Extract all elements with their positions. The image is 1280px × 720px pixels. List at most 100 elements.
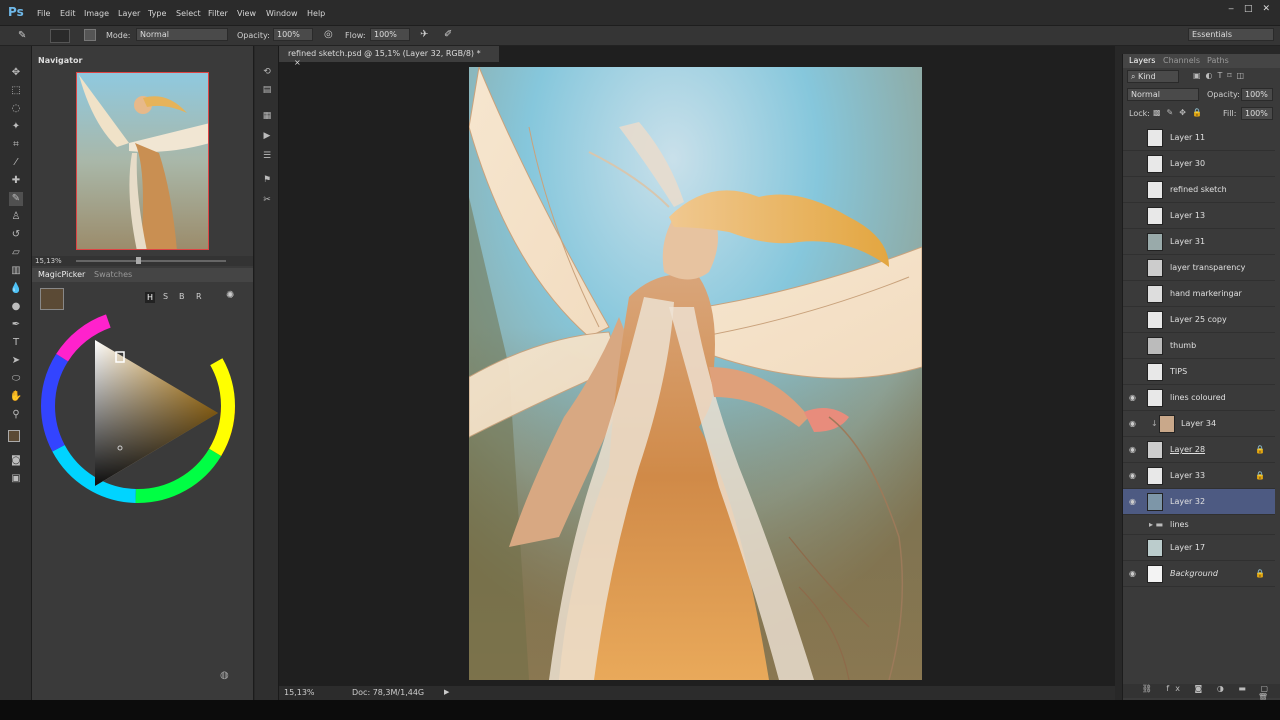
settings-icon[interactable]: ✺ [226, 290, 238, 302]
menu-image[interactable]: Image [84, 9, 109, 18]
visibility-toggle-hidden[interactable] [1129, 341, 1139, 351]
visibility-eye-icon[interactable]: ◉ [1129, 569, 1139, 579]
actions-panel-icon[interactable]: ▤ [261, 84, 273, 96]
menu-help[interactable]: Help [307, 9, 325, 18]
visibility-toggle-hidden[interactable] [1129, 543, 1139, 553]
workspace-switcher[interactable]: Essentials [1188, 28, 1274, 41]
layer-row[interactable]: Layer 11 [1123, 125, 1275, 151]
quick-mask-icon[interactable]: ◙ [9, 454, 23, 468]
layer-row[interactable]: hand markeringar [1123, 281, 1275, 307]
opacity-input[interactable]: 100% [273, 28, 313, 41]
navigator-zoom-slider[interactable] [76, 260, 226, 262]
eyedropper-tool-icon[interactable]: ⁄ [9, 156, 23, 170]
layer-row[interactable]: ◉ ↓ Layer 34 [1123, 411, 1275, 437]
visibility-eye-icon[interactable]: ◉ [1129, 497, 1139, 507]
visibility-eye-icon[interactable]: ◉ [1129, 471, 1139, 481]
quick-select-tool-icon[interactable]: ✦ [9, 120, 23, 134]
play-action-icon[interactable]: ▶ [261, 130, 273, 142]
layer-row[interactable]: ◉ Layer 28 🔒 [1123, 437, 1275, 463]
hand-tool-icon[interactable]: ✋ [9, 390, 23, 404]
panel-options-icon[interactable]: ◍ [220, 670, 232, 682]
layer-group-row[interactable]: ▸ ▬ lines [1123, 515, 1275, 535]
layer-row[interactable]: thumb [1123, 333, 1275, 359]
close-button[interactable]: ✕ [1262, 4, 1270, 14]
color-wheel[interactable] [40, 308, 240, 508]
tab-swatches[interactable]: Swatches [94, 270, 132, 279]
minimize-button[interactable]: ‒ [1228, 4, 1234, 14]
tab-paths[interactable]: Paths [1207, 56, 1229, 65]
maximize-button[interactable]: □ [1244, 4, 1253, 14]
visibility-toggle-hidden[interactable] [1129, 263, 1139, 273]
visibility-toggle-hidden[interactable] [1129, 237, 1139, 247]
layer-blend-mode-select[interactable]: Normal [1127, 88, 1199, 101]
zoom-tool-icon[interactable]: ⚲ [9, 408, 23, 422]
layers-footer-buttons[interactable]: ⛓ fx ◙ ◑ ▬ ▢ 🗑 [1123, 684, 1280, 702]
visibility-toggle-hidden[interactable] [1129, 315, 1139, 325]
visibility-toggle-hidden[interactable] [1129, 367, 1139, 377]
mode-select[interactable]: Normal [136, 28, 228, 41]
navigator-preview[interactable] [76, 72, 209, 250]
adjustments-icon[interactable]: ☰ [261, 150, 273, 162]
history-brush-tool-icon[interactable]: ↺ [9, 228, 23, 242]
layer-row[interactable]: refined sketch [1123, 177, 1275, 203]
layer-filter-kind[interactable]: ⌕ Kind [1127, 70, 1179, 83]
move-tool-icon[interactable]: ✥ [9, 66, 23, 80]
menu-layer[interactable]: Layer [118, 9, 140, 18]
flow-input[interactable]: 100% [370, 28, 410, 41]
pressure-opacity-icon[interactable]: ◎ [324, 29, 336, 41]
screen-mode-icon[interactable]: ▣ [9, 472, 23, 486]
lasso-tool-icon[interactable]: ◌ [9, 102, 23, 116]
menu-type[interactable]: Type [148, 9, 166, 18]
menu-file[interactable]: File [37, 9, 50, 18]
clone-stamp-tool-icon[interactable]: ♙ [9, 210, 23, 224]
document-tab[interactable]: refined sketch.psd @ 15,1% (Layer 32, RG… [279, 46, 499, 67]
rgb-mode-button[interactable]: R [196, 292, 202, 301]
visibility-eye-icon[interactable]: ◉ [1129, 419, 1139, 429]
status-zoom[interactable]: 15,13% [284, 688, 315, 697]
menu-select[interactable]: Select [176, 9, 201, 18]
gradient-tool-icon[interactable]: ▥ [9, 264, 23, 278]
visibility-eye-icon[interactable]: ◉ [1129, 445, 1139, 455]
menu-window[interactable]: Window [266, 9, 298, 18]
history-panel-icon[interactable]: ⟲ [261, 66, 273, 78]
status-menu-arrow-icon[interactable]: ▶ [444, 688, 449, 696]
navigator-zoom-slider-thumb[interactable] [136, 257, 141, 264]
visibility-toggle-hidden[interactable] [1129, 523, 1139, 533]
canvas-artwork[interactable] [469, 67, 922, 680]
menu-edit[interactable]: Edit [60, 9, 76, 18]
hue-mode-button[interactable]: H [145, 292, 156, 303]
current-color-swatch[interactable] [40, 288, 64, 310]
pen-tool-icon[interactable]: ✒ [9, 318, 23, 332]
tab-magicpicker[interactable]: MagicPicker [38, 270, 85, 279]
airbrush-icon[interactable]: ✈ [420, 29, 432, 41]
layer-row[interactable]: ◉ Layer 33 🔒 [1123, 463, 1275, 489]
brush-tool-icon[interactable]: ✎ [18, 30, 32, 42]
layer-row[interactable]: Layer 31 [1123, 229, 1275, 255]
foreground-color-swatch[interactable] [8, 430, 20, 442]
visibility-toggle-hidden[interactable] [1129, 133, 1139, 143]
layer-row[interactable]: layer transparency [1123, 255, 1275, 281]
layer-row[interactable]: Layer 25 copy [1123, 307, 1275, 333]
layer-row[interactable]: Layer 13 [1123, 203, 1275, 229]
document-close-button[interactable]: × [294, 58, 301, 67]
tool-presets-icon[interactable]: ✂ [261, 194, 273, 206]
saturation-mode-button[interactable]: S [163, 292, 168, 301]
layer-row[interactable]: ◉ Background 🔒 [1123, 561, 1275, 587]
menu-view[interactable]: View [237, 9, 256, 18]
layer-row[interactable]: TIPS [1123, 359, 1275, 385]
healing-tool-icon[interactable]: ✚ [9, 174, 23, 188]
visibility-toggle-hidden[interactable] [1129, 185, 1139, 195]
type-tool-icon[interactable]: T [9, 336, 23, 350]
shape-tool-icon[interactable]: ⬭ [9, 372, 23, 386]
pressure-size-icon[interactable]: ✐ [444, 29, 456, 41]
marquee-tool-icon[interactable]: ⬚ [9, 84, 23, 98]
clone-source-icon[interactable]: ⚑ [261, 174, 273, 186]
visibility-toggle-hidden[interactable] [1129, 289, 1139, 299]
fill-input[interactable]: 100% [1241, 107, 1273, 120]
brush-panel-toggle-icon[interactable] [84, 29, 96, 41]
menu-filter[interactable]: Filter [208, 9, 228, 18]
tab-layers[interactable]: Layers [1129, 56, 1155, 65]
path-select-tool-icon[interactable]: ➤ [9, 354, 23, 368]
visibility-toggle-hidden[interactable] [1129, 159, 1139, 169]
layer-row[interactable]: ◉ lines coloured [1123, 385, 1275, 411]
